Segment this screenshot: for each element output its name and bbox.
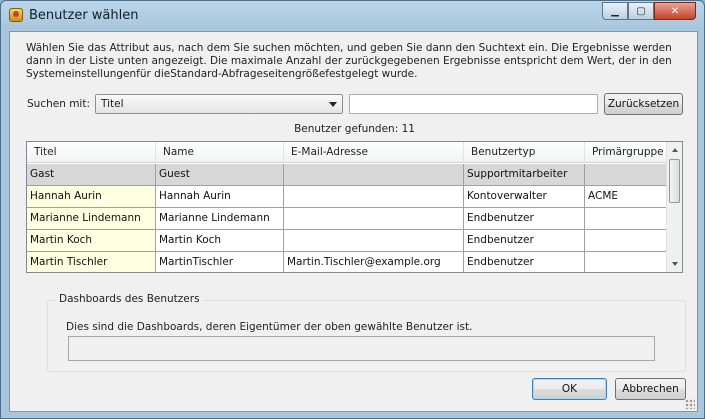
column-header-user-type[interactable]: Benutzertyp bbox=[464, 142, 585, 163]
cancel-button[interactable]: Abbrechen bbox=[615, 378, 686, 400]
scroll-down-button[interactable] bbox=[667, 256, 682, 272]
search-attribute-select[interactable]: Titel bbox=[95, 94, 343, 114]
scroll-thumb[interactable] bbox=[669, 159, 680, 203]
search-label: Suchen mit: bbox=[27, 98, 90, 110]
column-header-email[interactable]: E-Mail-Adresse bbox=[284, 142, 464, 163]
minimize-icon: ▁ bbox=[611, 5, 619, 17]
close-button[interactable]: ✕ bbox=[654, 2, 696, 20]
column-header-name[interactable]: Name bbox=[156, 142, 284, 163]
cell-primary-group bbox=[585, 164, 667, 185]
table-row[interactable]: Martin Tischler MartinTischler Martin.Ti… bbox=[27, 252, 667, 272]
window-controls: ▁ ▢ ✕ bbox=[602, 2, 696, 20]
cell-email bbox=[284, 186, 464, 207]
cell-title: Hannah Aurin bbox=[27, 186, 156, 207]
cell-title: Gast bbox=[27, 164, 156, 185]
dashboards-description: Dies sind die Dashboards, deren Eigentüm… bbox=[66, 321, 473, 333]
dashboards-group: Dashboards des Benutzers Dies sind die D… bbox=[47, 293, 686, 372]
dashboards-list[interactable] bbox=[68, 336, 655, 361]
instructions-text: Wählen Sie das Attribut aus, nach dem Si… bbox=[26, 42, 672, 80]
resize-grip[interactable] bbox=[685, 399, 695, 409]
cell-email: Martin.Tischler@example.org bbox=[284, 252, 464, 272]
ok-button[interactable]: OK bbox=[532, 378, 607, 400]
cell-user-type: Endbenutzer bbox=[464, 230, 585, 251]
cell-email bbox=[284, 230, 464, 251]
maximize-icon: ▢ bbox=[636, 5, 646, 17]
search-input[interactable] bbox=[349, 94, 598, 114]
search-attribute-value: Titel bbox=[101, 98, 124, 110]
users-app-icon bbox=[9, 8, 23, 22]
cell-primary-group bbox=[585, 230, 667, 251]
users-table[interactable]: Titel Name E-Mail-Adresse Benutzertyp Pr… bbox=[26, 141, 683, 273]
table-body: Gast Guest Supportmitarbeiter Hannah Aur… bbox=[27, 164, 667, 272]
maximize-button[interactable]: ▢ bbox=[628, 2, 654, 20]
dialog-client-area: Wählen Sie das Attribut aus, nach dem Si… bbox=[9, 31, 698, 412]
table-row[interactable]: Marianne Lindemann Marianne Lindemann En… bbox=[27, 208, 667, 230]
cell-email bbox=[284, 164, 464, 185]
dashboards-group-label: Dashboards des Benutzers bbox=[56, 293, 203, 305]
chevron-down-icon bbox=[329, 102, 337, 107]
results-count: Benutzer gefunden: 11 bbox=[294, 123, 415, 135]
cell-email bbox=[284, 208, 464, 229]
cell-user-type: Endbenutzer bbox=[464, 252, 585, 272]
chevron-up-icon bbox=[672, 148, 678, 152]
column-header-title[interactable]: Titel bbox=[27, 142, 156, 163]
scroll-up-button[interactable] bbox=[667, 142, 682, 158]
cell-title: Martin Tischler bbox=[27, 252, 156, 272]
table-row[interactable]: Hannah Aurin Hannah Aurin Kontoverwalter… bbox=[27, 186, 667, 208]
table-header: Titel Name E-Mail-Adresse Benutzertyp Pr… bbox=[27, 142, 667, 163]
cell-name: Guest bbox=[156, 164, 284, 185]
dialog-window: Benutzer wählen ▁ ▢ ✕ Wählen Sie das Att… bbox=[0, 0, 705, 419]
column-header-primary-group[interactable]: Primärgruppe bbox=[585, 142, 667, 163]
table-row[interactable]: Gast Guest Supportmitarbeiter bbox=[27, 164, 667, 186]
cell-primary-group bbox=[585, 208, 667, 229]
cell-primary-group: ACME bbox=[585, 186, 667, 207]
cell-user-type: Supportmitarbeiter bbox=[464, 164, 585, 185]
cell-name: MartinTischler bbox=[156, 252, 284, 272]
chevron-down-icon bbox=[672, 262, 678, 266]
close-icon: ✕ bbox=[670, 5, 680, 17]
cell-title: Martin Koch bbox=[27, 230, 156, 251]
title-bar[interactable]: Benutzer wählen ▁ ▢ ✕ bbox=[1, 1, 704, 31]
table-vertical-scrollbar[interactable] bbox=[666, 142, 682, 272]
minimize-button[interactable]: ▁ bbox=[602, 2, 628, 20]
cell-name: Hannah Aurin bbox=[156, 186, 284, 207]
reset-button[interactable]: Zurücksetzen bbox=[604, 93, 683, 115]
window-title: Benutzer wählen bbox=[29, 8, 139, 23]
cell-title: Marianne Lindemann bbox=[27, 208, 156, 229]
cell-user-type: Kontoverwalter bbox=[464, 186, 585, 207]
table-row[interactable]: Martin Koch Martin Koch Endbenutzer bbox=[27, 230, 667, 252]
cell-user-type: Endbenutzer bbox=[464, 208, 585, 229]
cell-primary-group bbox=[585, 252, 667, 272]
cell-name: Marianne Lindemann bbox=[156, 208, 284, 229]
cell-name: Martin Koch bbox=[156, 230, 284, 251]
